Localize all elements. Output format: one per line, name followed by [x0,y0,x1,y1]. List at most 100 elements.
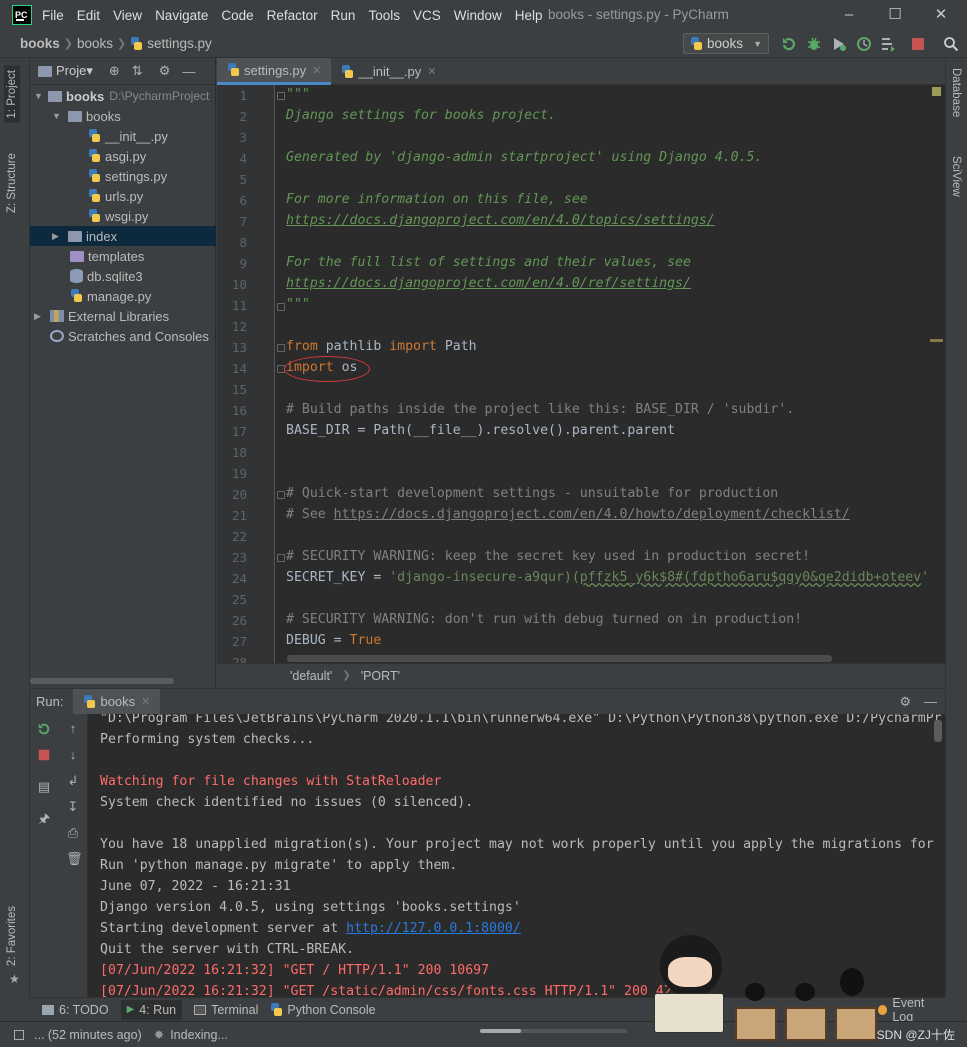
tree-item-books-package[interactable]: ▼ books [30,106,216,126]
tree-item-label: urls.py [105,188,144,204]
inspection-status-icon[interactable] [932,87,941,96]
run-configuration-select[interactable]: books ▼ [683,33,769,54]
maximize-icon[interactable]: ☐ [884,4,906,26]
close-tab-icon[interactable]: ✕ [141,695,150,708]
menu-code[interactable]: Code [221,8,253,23]
locate-file-icon[interactable]: ⊕ [109,63,120,79]
fold-marker-icon[interactable] [277,491,285,499]
hide-panel-icon[interactable]: — [182,64,195,79]
sciview-tool-tab[interactable]: SciView [950,156,962,197]
menu-navigate[interactable]: Navigate [155,8,208,23]
tree-item-file[interactable]: asgi.py [30,146,216,166]
menu-vcs[interactable]: VCS [413,8,441,23]
sticker-block-icon [735,1007,777,1041]
todo-tool-tab[interactable]: 6: TODO [42,1003,109,1017]
editor-breadcrumb-item[interactable]: 'PORT' [361,669,400,683]
console-scrollbar[interactable] [934,720,942,742]
terminal-tool-tab[interactable]: Terminal [194,1003,258,1017]
tree-item-file[interactable]: manage.py [30,286,216,306]
status-message[interactable]: ... (52 minutes ago) [34,1028,142,1042]
layout-icon[interactable]: ▤ [37,780,51,794]
server-url-link[interactable]: http://127.0.0.1:8000/ [346,921,521,936]
minimize-icon[interactable]: – [838,4,860,26]
run-panel-label: Run: [36,694,64,709]
console-line: June 07, 2022 - 16:21:31 [100,879,291,894]
structure-tool-tab[interactable]: Z: Structure [6,153,18,213]
tree-item-templates[interactable]: templates [30,246,216,266]
stop-icon[interactable] [37,748,51,762]
fold-marker-icon[interactable] [277,554,285,562]
fold-marker-icon[interactable] [277,303,285,311]
console-line: "D:\Program Files\JetBrains\PyCharm 2020… [100,714,942,726]
editor-warning-marker[interactable] [930,339,943,342]
stop-icon[interactable] [910,36,926,52]
menu-refactor[interactable]: Refactor [267,8,318,23]
rerun-icon[interactable] [781,36,797,52]
menu-file[interactable]: File [42,8,64,23]
main-menu: File Edit View Navigate Code Refactor Ru… [42,8,556,23]
profile-icon[interactable] [856,36,872,52]
project-view-select[interactable]: Proje▾ [56,63,93,79]
close-icon[interactable]: ✕ [930,4,952,26]
run-tool-tab[interactable]: ▶ 4: Run [120,999,183,1020]
line-number: 28 [231,655,247,663]
fold-marker-icon[interactable] [277,344,285,352]
pin-icon[interactable]: 🖈 [37,812,51,826]
print-icon[interactable]: ⎙ [66,826,80,840]
tree-item-file[interactable]: wsgi.py [30,206,216,226]
close-tab-icon[interactable]: ✕ [312,64,321,77]
rerun-icon[interactable] [37,722,51,736]
gear-icon[interactable]: ⚙ [159,63,171,79]
menu-window[interactable]: Window [454,8,502,23]
tab-init-py[interactable]: __init__.py ✕ [331,58,446,85]
tree-item-file[interactable]: db.sqlite3 [30,266,216,286]
code-editor[interactable]: 1 2 3 4 5 6 7 8 9 10 11 12 13 14 15 16 17 18 19 20 21 22 23 24 2… [217,85,945,663]
tree-item-file[interactable]: __init__.py [30,126,216,146]
menu-tools[interactable]: Tools [368,8,400,23]
menu-help[interactable]: Help [515,8,543,23]
breadcrumb-file[interactable]: settings.py [130,36,212,51]
code-line-7[interactable]: https://docs.djangoproject.com/en/4.0/to… [286,213,715,228]
project-tool-tab[interactable]: 1: Project [4,66,20,123]
comment-link[interactable]: https://docs.djangoproject.com/en/4.0/ho… [334,507,850,522]
menu-view[interactable]: View [113,8,142,23]
favorites-tool-tab[interactable]: 2: Favorites [6,906,18,966]
arrow-up-icon[interactable]: ↑ [66,722,80,736]
scroll-to-end-icon[interactable]: ↧ [66,800,80,814]
soft-wrap-icon[interactable]: ↲ [66,774,80,788]
code-line-16: # Build paths inside the project like th… [286,402,795,417]
arrow-down-icon[interactable]: ↓ [66,748,80,762]
gear-icon[interactable]: ⚙ [899,694,911,710]
search-icon[interactable] [943,36,959,52]
tree-item-file[interactable]: urls.py [30,186,216,206]
breadcrumb-package[interactable]: books [77,36,113,51]
run-tab-books[interactable]: books ✕ [73,688,161,715]
tab-settings-py[interactable]: settings.py ✕ [217,58,332,85]
line-number: 2 [239,109,247,124]
project-panel-hscrollbar[interactable] [30,678,174,684]
fold-marker-icon[interactable] [277,92,285,100]
breadcrumb-project[interactable]: books [20,36,60,51]
menu-run[interactable]: Run [331,8,356,23]
python-file-icon [227,63,240,77]
tree-item-scratches[interactable]: Scratches and Consoles [30,326,216,346]
trash-icon[interactable]: 🗑 [66,852,83,866]
editor-hscrollbar[interactable] [287,655,832,662]
python-console-tool-tab[interactable]: Python Console [270,1002,376,1017]
tree-item-external-libraries[interactable]: ▶ External Libraries [30,306,216,326]
close-tab-icon[interactable]: ✕ [427,65,436,78]
tree-item-file[interactable]: settings.py [30,166,216,186]
toggle-tool-windows-icon[interactable] [14,1029,24,1040]
hide-panel-icon[interactable]: — [924,694,937,709]
collapse-all-icon[interactable]: ⇅ [132,63,143,79]
tree-item-index-package[interactable]: ▶ index [30,226,216,246]
debug-icon[interactable] [806,36,822,52]
database-tool-tab[interactable]: Database [950,68,962,117]
menu-edit[interactable]: Edit [77,8,100,23]
editor-breadcrumb-item[interactable]: 'default' [290,669,332,683]
concurrency-icon[interactable] [880,36,896,52]
run-with-coverage-icon[interactable] [831,36,847,52]
tree-item-root[interactable]: ▼ books D:\PycharmProject [30,86,216,106]
code-line-2: Django settings for books project. [286,108,556,123]
code-line-10[interactable]: https://docs.djangoproject.com/en/4.0/re… [286,276,691,291]
